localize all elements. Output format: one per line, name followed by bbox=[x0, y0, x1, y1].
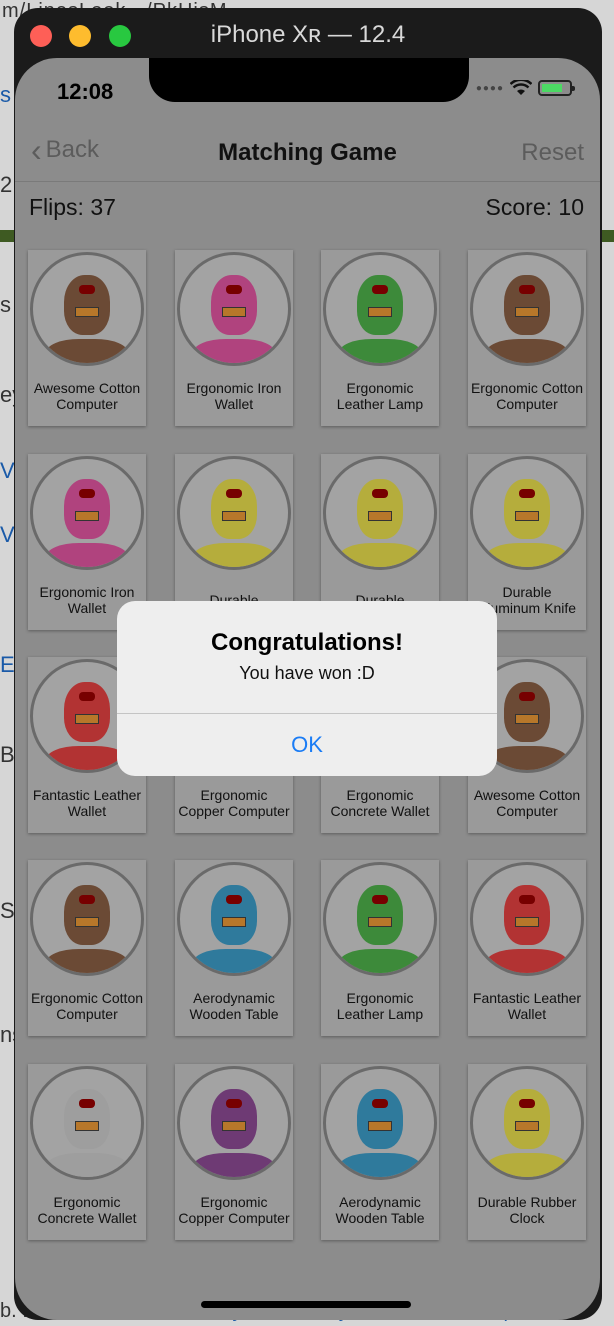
background-fragment: B bbox=[0, 742, 15, 767]
memory-card[interactable]: Ergonomic Leather Lamp bbox=[321, 860, 439, 1036]
robot-avatar-icon bbox=[470, 252, 584, 366]
simulator-window: iPhone Xʀ — 12.4 12:08 ●●●● ‹ Back Match… bbox=[14, 8, 602, 1320]
background-fragment: s bbox=[0, 82, 11, 107]
memory-card[interactable]: Ergonomic Leather Lamp bbox=[321, 250, 439, 426]
robot-avatar-icon bbox=[323, 1066, 437, 1180]
background-fragment: V bbox=[0, 458, 15, 483]
card-caption: Ergonomic Iron Wallet bbox=[186, 379, 282, 413]
score-counter: Score: 10 bbox=[485, 194, 584, 220]
simulator-titlebar: iPhone Xʀ — 12.4 bbox=[14, 8, 602, 58]
card-caption: Ergonomic Concrete Wallet bbox=[330, 786, 430, 820]
robot-avatar-icon bbox=[177, 1066, 291, 1180]
robot-avatar-icon bbox=[177, 456, 291, 570]
card-caption: Ergonomic Leather Lamp bbox=[336, 379, 424, 413]
robot-avatar-icon bbox=[323, 456, 437, 570]
memory-card[interactable]: Ergonomic Concrete Wallet bbox=[28, 1064, 146, 1240]
robot-avatar-icon bbox=[177, 252, 291, 366]
alert-ok-button[interactable]: OK bbox=[117, 714, 497, 776]
card-caption: Awesome Cotton Computer bbox=[473, 786, 581, 820]
card-caption: Fantastic Leather Wallet bbox=[472, 989, 582, 1023]
page-title: Matching Game bbox=[218, 139, 397, 166]
robot-avatar-icon bbox=[30, 862, 144, 976]
robot-avatar-icon bbox=[177, 862, 291, 976]
memory-card[interactable]: Aerodynamic Wooden Table bbox=[321, 1064, 439, 1240]
memory-card[interactable]: Ergonomic Cotton Computer bbox=[28, 860, 146, 1036]
home-indicator[interactable] bbox=[201, 1301, 411, 1308]
card-caption: Ergonomic Leather Lamp bbox=[336, 989, 424, 1023]
card-caption: Ergonomic Copper Computer bbox=[178, 1193, 290, 1227]
flips-counter: Flips: 37 bbox=[29, 194, 116, 220]
memory-card[interactable]: Awesome Cotton Computer bbox=[28, 250, 146, 426]
alert-message: You have won :D bbox=[239, 663, 375, 683]
robot-avatar-icon bbox=[323, 252, 437, 366]
robot-avatar-icon bbox=[323, 862, 437, 976]
simulator-title: iPhone Xʀ — 12.4 bbox=[210, 21, 406, 48]
status-icons: ●●●● bbox=[475, 80, 575, 96]
background-fragment: V bbox=[0, 522, 15, 547]
alert-title: Congratulations! bbox=[211, 629, 403, 656]
card-caption: Fantastic Leather Wallet bbox=[32, 786, 142, 820]
wifi-icon bbox=[510, 80, 532, 95]
background-fragment: s bbox=[0, 292, 11, 317]
card-caption: Durable Rubber Clock bbox=[477, 1193, 577, 1227]
card-caption: Ergonomic Copper Computer bbox=[178, 786, 290, 820]
battery-icon bbox=[538, 80, 575, 96]
card-caption: Aerodynamic Wooden Table bbox=[189, 989, 279, 1023]
memory-card[interactable]: Ergonomic Iron Wallet bbox=[175, 250, 293, 426]
background-fragment: E bbox=[0, 652, 15, 677]
phone-screen: 12:08 ●●●● ‹ Back Matching Game Reset Fl… bbox=[15, 58, 600, 1320]
memory-card[interactable]: Ergonomic Copper Computer bbox=[175, 1064, 293, 1240]
card-caption: Ergonomic Concrete Wallet bbox=[37, 1193, 137, 1227]
robot-avatar-icon bbox=[30, 456, 144, 570]
congratulations-alert: Congratulations! You have won :D OK bbox=[117, 601, 497, 776]
memory-card[interactable]: Ergonomic Cotton Computer bbox=[468, 250, 586, 426]
reset-button[interactable]: Reset bbox=[521, 139, 584, 167]
card-caption: Aerodynamic Wooden Table bbox=[335, 1193, 425, 1227]
robot-avatar-icon bbox=[470, 1066, 584, 1180]
robot-avatar-icon bbox=[30, 1066, 144, 1180]
navigation-bar: ‹ Back Matching Game Reset bbox=[15, 126, 600, 182]
status-time: 12:08 bbox=[57, 79, 114, 104]
memory-card[interactable]: Fantastic Leather Wallet bbox=[468, 860, 586, 1036]
background-fragment: S bbox=[0, 898, 15, 923]
card-caption: Ergonomic Cotton Computer bbox=[470, 379, 584, 413]
robot-avatar-icon bbox=[470, 456, 584, 570]
robot-avatar-icon bbox=[30, 252, 144, 366]
memory-card[interactable]: Aerodynamic Wooden Table bbox=[175, 860, 293, 1036]
phone-notch bbox=[149, 58, 469, 102]
signal-dots-icon: ●●●● bbox=[475, 82, 504, 94]
memory-card[interactable]: Durable Rubber Clock bbox=[468, 1064, 586, 1240]
game-stats: Flips: 37 Score: 10 bbox=[29, 194, 584, 224]
robot-avatar-icon bbox=[470, 862, 584, 976]
background-fragment: 2 bbox=[0, 172, 13, 197]
card-caption: Awesome Cotton Computer bbox=[33, 379, 141, 413]
card-caption: Ergonomic Cotton Computer bbox=[30, 989, 144, 1023]
